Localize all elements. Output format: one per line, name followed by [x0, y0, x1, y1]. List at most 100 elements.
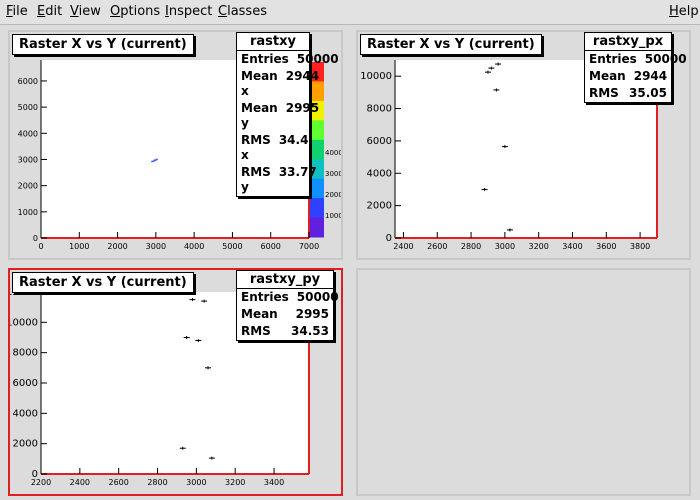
menu-inspect[interactable]: Inspect — [165, 4, 212, 19]
pad-rastxy[interactable]: 0 1000 2000 3000 4000 5000 6000 7000 0 1000 2000 30… — [8, 30, 343, 260]
x-tick-label: 2400 — [393, 242, 413, 251]
x-tick-label: 2000 — [107, 242, 127, 251]
stats-value: 34.4 — [278, 133, 309, 147]
y-tick-label: 2000 — [18, 182, 38, 191]
menu-help[interactable]: Help — [669, 4, 699, 19]
x-tick-label: 7000 — [299, 242, 319, 251]
stats-label: Entries — [589, 52, 637, 66]
data-cell — [155, 158, 158, 161]
pad-title: Raster X vs Y (current) — [12, 272, 194, 293]
y-tick-label: 2000 — [13, 439, 38, 450]
y-tick-label: 4000 — [367, 168, 392, 179]
y-tick-label: 0 — [33, 234, 38, 243]
stats-label: Mean x — [241, 69, 278, 98]
y-tick-label: 10000 — [360, 71, 392, 82]
y-tick-label: 8000 — [13, 348, 38, 359]
stats-label: Mean — [241, 307, 278, 321]
menu-file[interactable]: File — [6, 4, 28, 19]
stats-label: Mean y — [241, 101, 278, 130]
stats-box: rastxy_py Entries 50000 Mean 2995 RMS 34.53 — [236, 270, 339, 341]
stats-value: 2995 — [295, 307, 329, 321]
stats-name: rastxy_px — [585, 33, 671, 51]
stats-value: 2995 — [285, 101, 320, 115]
pad-rastxy-px[interactable]: 2400 2600 2800 3000 3200 3400 3600 3800 0 2000 400… — [356, 30, 691, 260]
stats-row: Entries 50000 — [237, 289, 339, 306]
stats-row: RMS 34.53 — [237, 323, 333, 340]
x-tick-label: 0 — [38, 242, 43, 251]
z-tick-label: 4000 — [325, 149, 341, 157]
palette-band — [310, 198, 324, 219]
x-tick-label: 2400 — [70, 478, 90, 487]
stats-row: RMS x 34.4 — [237, 132, 309, 164]
pad-title: Raster X vs Y (current) — [12, 34, 194, 55]
stats-value: 50000 — [296, 290, 339, 304]
x-tick-label: 6000 — [261, 242, 281, 251]
x-tick-label: 1000 — [69, 242, 89, 251]
stats-row: Mean y 2995 — [237, 100, 319, 132]
stats-box: rastxy Entries 50000 Mean x 2944 Mean y 2995 R… — [236, 32, 339, 197]
x-tick-label: 3000 — [186, 478, 206, 487]
stats-row: Mean 2944 — [585, 68, 671, 85]
stats-value: 50000 — [644, 52, 687, 66]
menu-edit[interactable]: Edit — [37, 4, 62, 19]
stats-value: 2944 — [633, 69, 668, 83]
x-tick-label: 2800 — [147, 478, 167, 487]
x-tick-label: 4000 — [184, 242, 204, 251]
z-tick-label: 3000 — [325, 170, 341, 178]
y-tick-label: 4000 — [18, 129, 38, 138]
y-tick-label: 8000 — [367, 104, 392, 115]
stats-label: Entries — [241, 52, 289, 66]
x-tick-label: 3000 — [495, 242, 515, 251]
root-canvas[interactable]: 0 1000 2000 3000 4000 5000 6000 7000 0 1000 2000 30… — [0, 25, 700, 500]
stats-name: rastxy — [237, 33, 309, 51]
stats-row: Mean 2995 — [237, 306, 333, 323]
y-tick-label: 6000 — [13, 378, 38, 389]
x-tick-label: 3400 — [264, 478, 284, 487]
x-tick-label: 3000 — [146, 242, 166, 251]
y-tick-label: 10000 — [10, 317, 38, 328]
pad-rastxy-py[interactable]: 2200 2400 2600 2800 3000 3200 3400 0 2000 4000 600… — [8, 268, 343, 496]
z-tick-label: 1000 — [325, 212, 341, 220]
pad-empty[interactable] — [356, 268, 691, 496]
y-tick-label: 5000 — [18, 103, 38, 112]
x-tick-label: 2600 — [427, 242, 447, 251]
stats-value: 50000 — [296, 52, 339, 66]
x-tick-label: 3200 — [225, 478, 245, 487]
stats-row: Entries 50000 — [585, 51, 687, 68]
x-tick-label: 3200 — [528, 242, 548, 251]
menu-classes[interactable]: Classes — [218, 4, 267, 19]
pad-title: Raster X vs Y (current) — [360, 34, 542, 55]
menu-options[interactable]: Options — [110, 4, 160, 19]
stats-value: 2944 — [285, 69, 320, 83]
x-tick-label: 3400 — [562, 242, 582, 251]
palette-band — [310, 217, 324, 238]
stats-label: Entries — [241, 290, 289, 304]
x-tick-label: 3800 — [630, 242, 650, 251]
menu-bar: File Edit View Options Inspect Classes H… — [0, 0, 700, 25]
stats-row: RMS y 33.77 — [237, 164, 317, 196]
x-tick-label: 2800 — [461, 242, 481, 251]
y-tick-label: 0 — [32, 469, 38, 480]
y-tick-label: 0 — [386, 233, 392, 244]
y-tick-label: 4000 — [13, 408, 38, 419]
y-tick-label: 1000 — [18, 208, 38, 217]
stats-row: RMS 35.05 — [585, 85, 671, 102]
y-tick-label: 2000 — [367, 201, 392, 212]
x-tick-label: 3600 — [596, 242, 616, 251]
palette-band — [310, 139, 324, 160]
y-tick-label: 3000 — [18, 155, 38, 164]
stats-label: RMS x — [241, 133, 271, 162]
stats-label: RMS — [589, 86, 619, 100]
stats-value: 35.05 — [629, 86, 667, 100]
stats-row: Mean x 2944 — [237, 68, 319, 100]
y-tick-label: 6000 — [367, 136, 392, 147]
x-tick-label: 2600 — [109, 478, 129, 487]
stats-name: rastxy_py — [237, 271, 333, 289]
stats-label: RMS y — [241, 165, 271, 194]
stats-row: Entries 50000 — [237, 51, 339, 68]
stats-value: 34.53 — [291, 324, 329, 338]
stats-label: RMS — [241, 324, 271, 338]
y-tick-label: 6000 — [18, 77, 38, 86]
stats-value: 33.77 — [278, 165, 317, 179]
menu-view[interactable]: View — [70, 4, 101, 19]
